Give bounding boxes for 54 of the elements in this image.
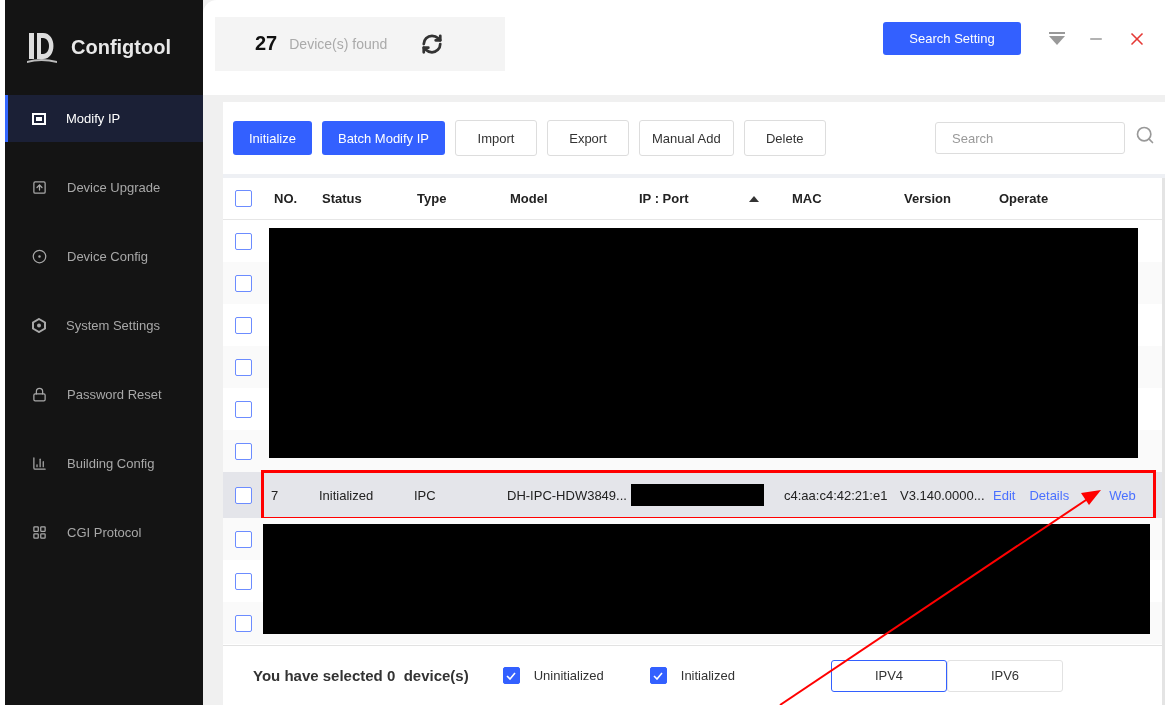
ip-icon [32,112,46,125]
table-cell-text: Initialized [318,487,375,503]
filter-label: Initialized [680,668,735,683]
column-header[interactable]: Type [406,191,499,206]
checkbox[interactable] [649,667,667,684]
bar-chart-icon [32,456,47,471]
ip-version-tab[interactable]: IPV4 [830,659,947,692]
column-header[interactable]: Model [499,191,628,206]
sidebar-item[interactable]: System Settings [5,302,203,349]
search-icon[interactable] [1135,125,1155,145]
column-header[interactable]: Version [893,191,988,206]
refresh-icon[interactable] [421,32,444,55]
checkbox[interactable] [502,667,520,684]
sidebar-item[interactable]: Modify IP [5,95,203,142]
sidebar-item[interactable]: Device Config [5,233,203,280]
search-setting-button[interactable]: Search Setting [883,22,1021,55]
column-header[interactable]: Status [311,191,406,206]
settings-icon [32,318,46,333]
ip-version-tab[interactable]: IPV6 [946,659,1063,692]
toolbar-button[interactable]: Manual Add [639,120,734,156]
table-cell-text: 7 [270,487,280,503]
table-cell-text: c4:aa:c4:42:21:e1 [783,487,889,503]
sidebar-item[interactable]: Password Reset [5,371,203,418]
table-cell-text: IPC [413,487,437,503]
checkbox[interactable] [234,190,252,207]
filter-label: Uninitialized [533,668,604,683]
target-icon [32,249,47,264]
sidebar-item[interactable]: CGI Protocol [5,509,203,556]
upload-icon [32,180,47,195]
dropdown-icon[interactable] [1049,31,1065,46]
device-count-label: Device(s) found [289,35,389,52]
check-icon [653,671,664,680]
column-header[interactable]: IP : Port [628,191,781,206]
grid-icon [32,525,47,540]
sort-icon[interactable] [749,195,759,202]
table-cell-text: DH-IPC-HDW3849... [506,487,628,503]
selection-summary: You have selected 0 device(s) [253,667,469,684]
table-cell-text: V3.140.0000... [899,487,986,503]
app-name: Configtool [71,36,171,59]
sidebar-item[interactable]: Building Config [5,440,203,487]
toolbar-button[interactable]: Initialize [233,121,312,155]
column-header[interactable]: NO. [263,191,311,206]
check-icon [506,671,517,680]
lock-icon [32,387,47,402]
toolbar-button[interactable]: Delete [743,120,826,156]
device-count: 27 [255,32,278,55]
sidebar-item[interactable]: Device Upgrade [5,164,203,211]
toolbar-button[interactable]: Batch Modify IP [321,121,445,155]
toolbar-button[interactable]: Import [455,120,537,156]
column-header[interactable]: Operate [988,191,1162,206]
toolbar-button[interactable]: Export [547,120,629,156]
checkbox[interactable] [234,486,252,504]
search-field[interactable]: Search [935,122,1125,154]
column-header[interactable]: MAC [781,191,893,206]
